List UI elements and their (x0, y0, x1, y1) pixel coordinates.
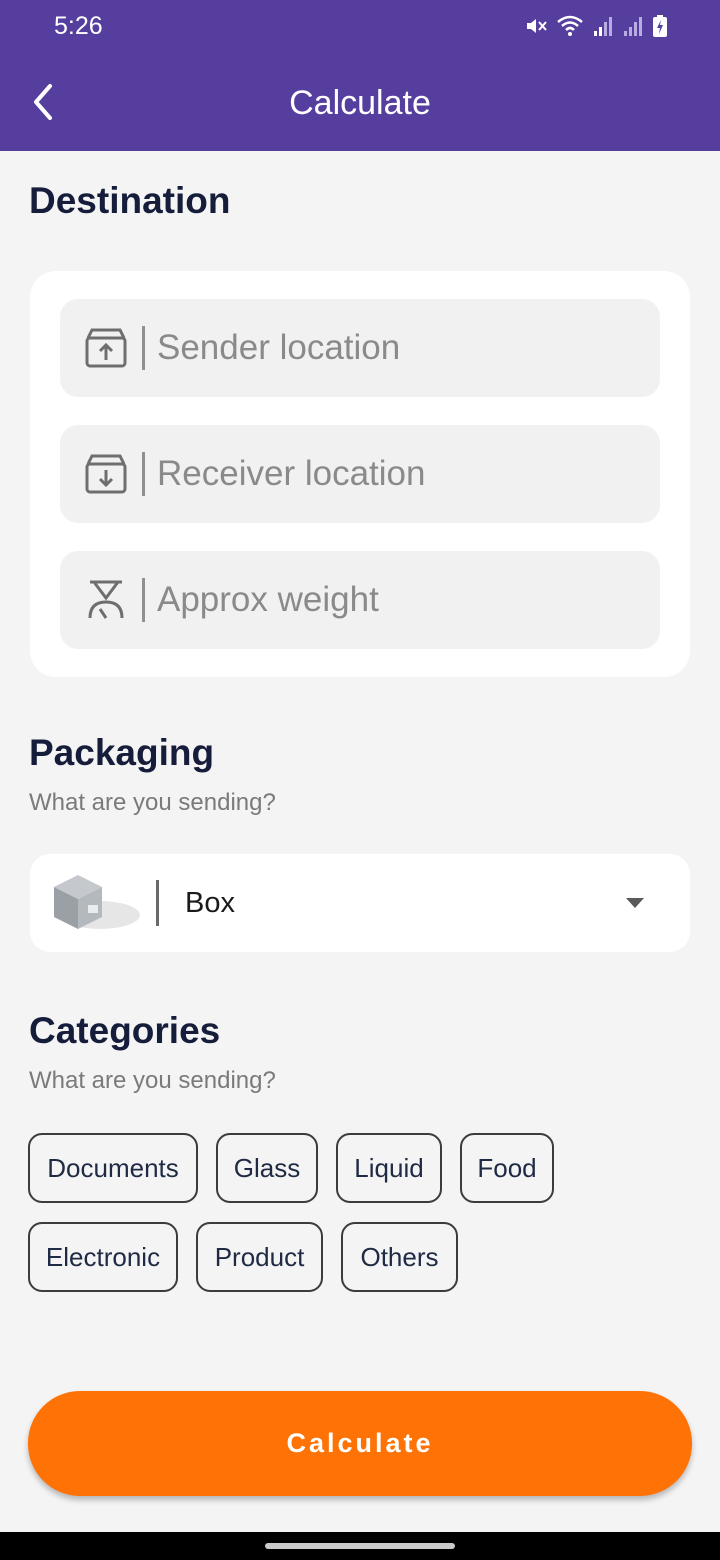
mute-icon (527, 19, 547, 33)
packaging-subtitle: What are you sending? (29, 789, 276, 816)
category-chip-product[interactable]: Product (196, 1222, 323, 1292)
select-divider (156, 880, 159, 926)
sender-location-placeholder: Sender location (157, 328, 401, 367)
category-chip-documents[interactable]: Documents (28, 1133, 198, 1203)
category-chip-liquid[interactable]: Liquid (336, 1133, 442, 1203)
field-divider (142, 326, 145, 370)
system-nav-bar (0, 1532, 720, 1560)
categories-title: Categories (29, 1010, 221, 1051)
category-chip-food[interactable]: Food (460, 1133, 554, 1203)
scale-icon (80, 574, 132, 626)
box-download-icon (80, 448, 132, 500)
signal-icon (594, 17, 612, 36)
caret-down-icon (626, 898, 644, 908)
category-chip-others[interactable]: Others (341, 1222, 458, 1292)
battery-charging-icon (653, 15, 667, 37)
app-bar: 5:26 Calculate (0, 0, 720, 151)
home-gesture-handle[interactable] (265, 1543, 455, 1549)
status-icons (524, 14, 668, 38)
page-title: Calculate (289, 84, 431, 122)
categories-subtitle: What are you sending? (29, 1067, 276, 1094)
field-divider (142, 452, 145, 496)
packaging-dropdown[interactable]: Box (30, 854, 690, 952)
category-chip-glass[interactable]: Glass (216, 1133, 318, 1203)
packaging-title: Packaging (29, 732, 215, 773)
status-time: 5:26 (54, 12, 103, 40)
package-box-icon (54, 875, 140, 929)
field-divider (142, 578, 145, 622)
box-upload-icon (80, 322, 132, 374)
approx-weight-field[interactable]: Approx weight (60, 551, 660, 649)
destination-card: Sender location Receiver location Approx… (30, 271, 690, 677)
approx-weight-placeholder: Approx weight (157, 580, 379, 619)
signal-icon (624, 17, 642, 36)
sender-location-field[interactable]: Sender location (60, 299, 660, 397)
packaging-selected-value: Box (185, 886, 235, 919)
receiver-location-placeholder: Receiver location (157, 454, 426, 493)
receiver-location-field[interactable]: Receiver location (60, 425, 660, 523)
wifi-icon (557, 15, 583, 36)
calculate-button[interactable]: Calculate (28, 1391, 692, 1496)
destination-title: Destination (29, 180, 231, 221)
category-chip-electronic[interactable]: Electronic (28, 1222, 178, 1292)
